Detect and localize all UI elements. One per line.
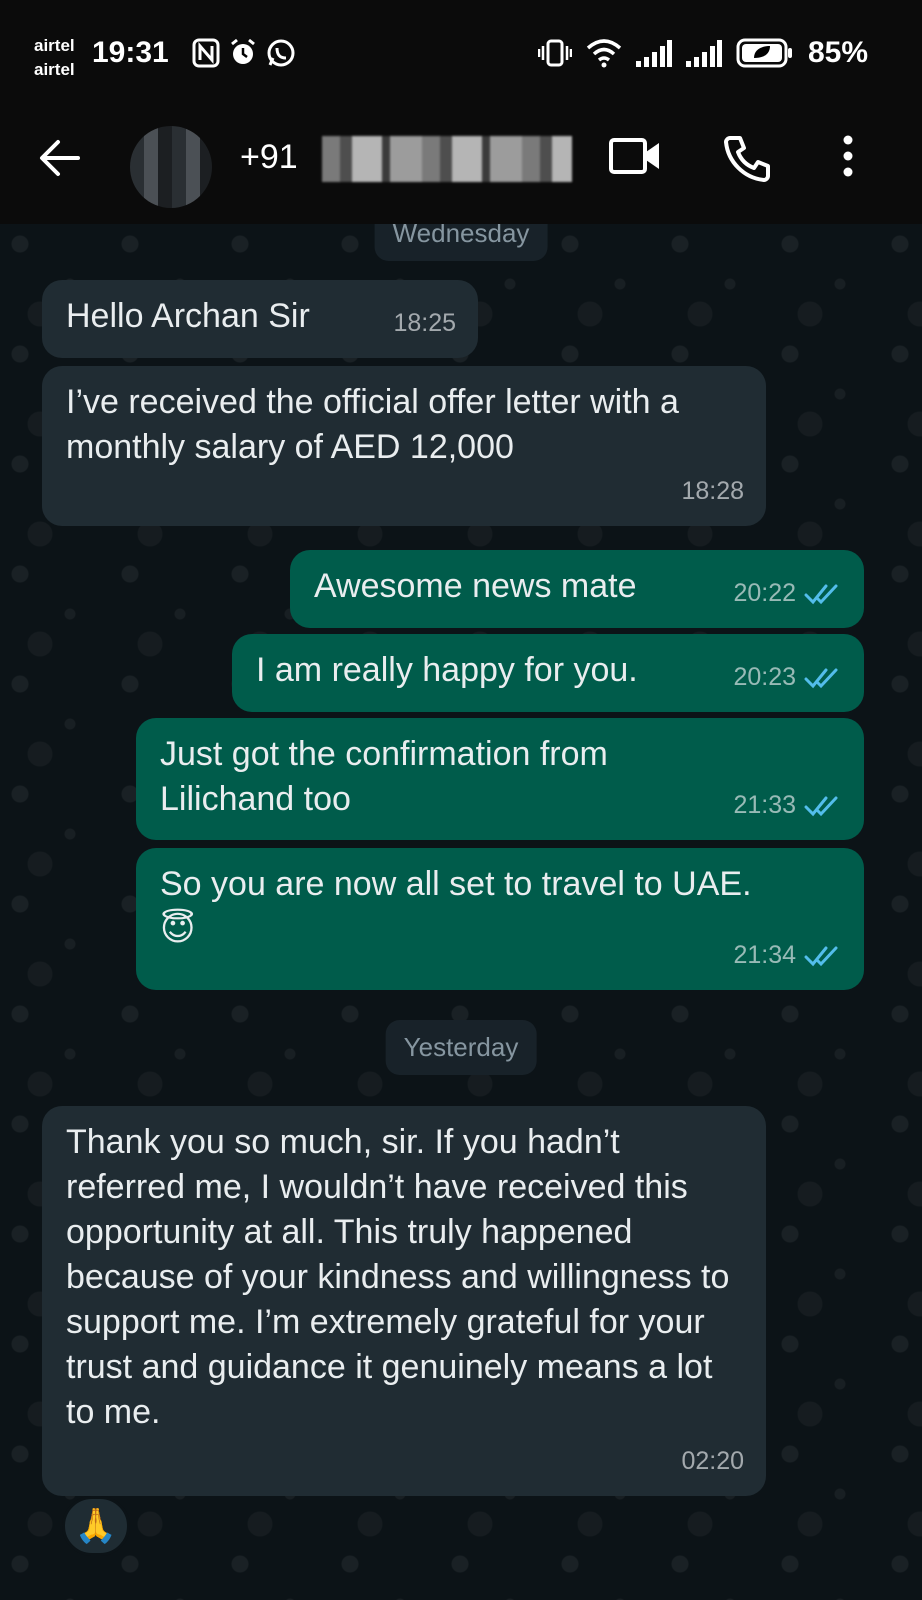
message-meta: 21:34 <box>733 933 842 978</box>
battery-icon <box>736 38 792 68</box>
read-receipt-icon <box>804 667 842 689</box>
message-time: 02:20 <box>681 1447 744 1475</box>
message-time: 20:22 <box>733 579 796 607</box>
message-bubble-outgoing[interactable]: So you are now all set to travel to UAE.… <box>136 848 864 990</box>
message-text: So you are now all set to travel to UAE.… <box>160 865 752 948</box>
message-reaction[interactable]: 🙏 <box>62 1496 130 1556</box>
message-meta: 18:28 <box>681 469 744 514</box>
read-receipt-icon <box>804 945 842 967</box>
redacted-phone-number <box>322 136 572 182</box>
day-divider: Wednesday <box>374 224 548 261</box>
chat-header: +91 <box>0 110 922 224</box>
contact-avatar[interactable] <box>130 126 212 208</box>
message-bubble-outgoing[interactable]: Just got the confirmation from Lilichand… <box>136 718 864 840</box>
system-icons: 85% <box>537 36 868 70</box>
message-time: 18:25 <box>393 309 456 337</box>
message-meta: 20:22 <box>733 571 842 616</box>
message-text: Awesome news mate <box>314 567 637 605</box>
day-divider: Yesterday <box>385 1020 537 1075</box>
chat-area[interactable]: Wednesday Hello Archan Sir 18:25 I’ve re… <box>0 224 922 1600</box>
signal-icon-2 <box>685 40 722 67</box>
message-meta: 18:25 <box>393 301 456 346</box>
message-bubble-incoming[interactable]: Hello Archan Sir 18:25 <box>42 280 478 358</box>
back-arrow-icon <box>40 140 80 176</box>
wifi-icon <box>586 39 622 68</box>
message-time: 21:34 <box>733 941 796 969</box>
alarm-icon <box>231 38 255 64</box>
back-button[interactable] <box>38 138 82 183</box>
contact-name[interactable]: +91 <box>240 138 298 177</box>
message-text: Thank you so much, sir. If you hadn’t re… <box>66 1123 730 1431</box>
vibrate-icon <box>537 39 572 67</box>
message-bubble-incoming[interactable]: Thank you so much, sir. If you hadn’t re… <box>42 1106 766 1496</box>
carrier-labels: airtel airtel <box>34 34 75 82</box>
message-time: 18:28 <box>681 477 744 505</box>
message-bubble-outgoing[interactable]: Awesome news mate 20:22 <box>290 550 864 628</box>
read-receipt-icon <box>804 583 842 605</box>
message-meta: 21:33 <box>733 783 842 828</box>
message-time: 20:23 <box>733 663 796 691</box>
carrier-1: airtel <box>34 36 75 55</box>
status-time: 19:31 <box>92 36 169 69</box>
carrier-2: airtel <box>34 60 75 79</box>
video-call-button[interactable] <box>608 134 662 183</box>
message-meta: 20:23 <box>733 655 842 700</box>
phone-icon <box>724 136 770 182</box>
message-text: I’ve received the official offer letter … <box>66 383 679 466</box>
message-bubble-incoming[interactable]: I’ve received the official offer letter … <box>42 366 766 526</box>
signal-icon-1 <box>635 40 672 67</box>
more-vertical-icon <box>843 135 853 177</box>
message-text: Just got the confirmation from Lilichand… <box>160 735 608 818</box>
notification-icons <box>192 38 296 68</box>
status-bar: airtel airtel 19:31 85% <box>0 0 922 110</box>
message-meta: 02:20 <box>681 1439 744 1484</box>
message-time: 21:33 <box>733 791 796 819</box>
message-bubble-outgoing[interactable]: I am really happy for you. 20:23 <box>232 634 864 712</box>
video-camera-icon <box>609 138 659 174</box>
whatsapp-icon <box>267 39 295 67</box>
nfc-icon <box>192 38 220 68</box>
voice-call-button[interactable] <box>722 134 772 187</box>
battery-percentage: 85% <box>807 36 868 69</box>
more-options-button[interactable] <box>838 134 858 183</box>
read-receipt-icon <box>804 795 842 817</box>
